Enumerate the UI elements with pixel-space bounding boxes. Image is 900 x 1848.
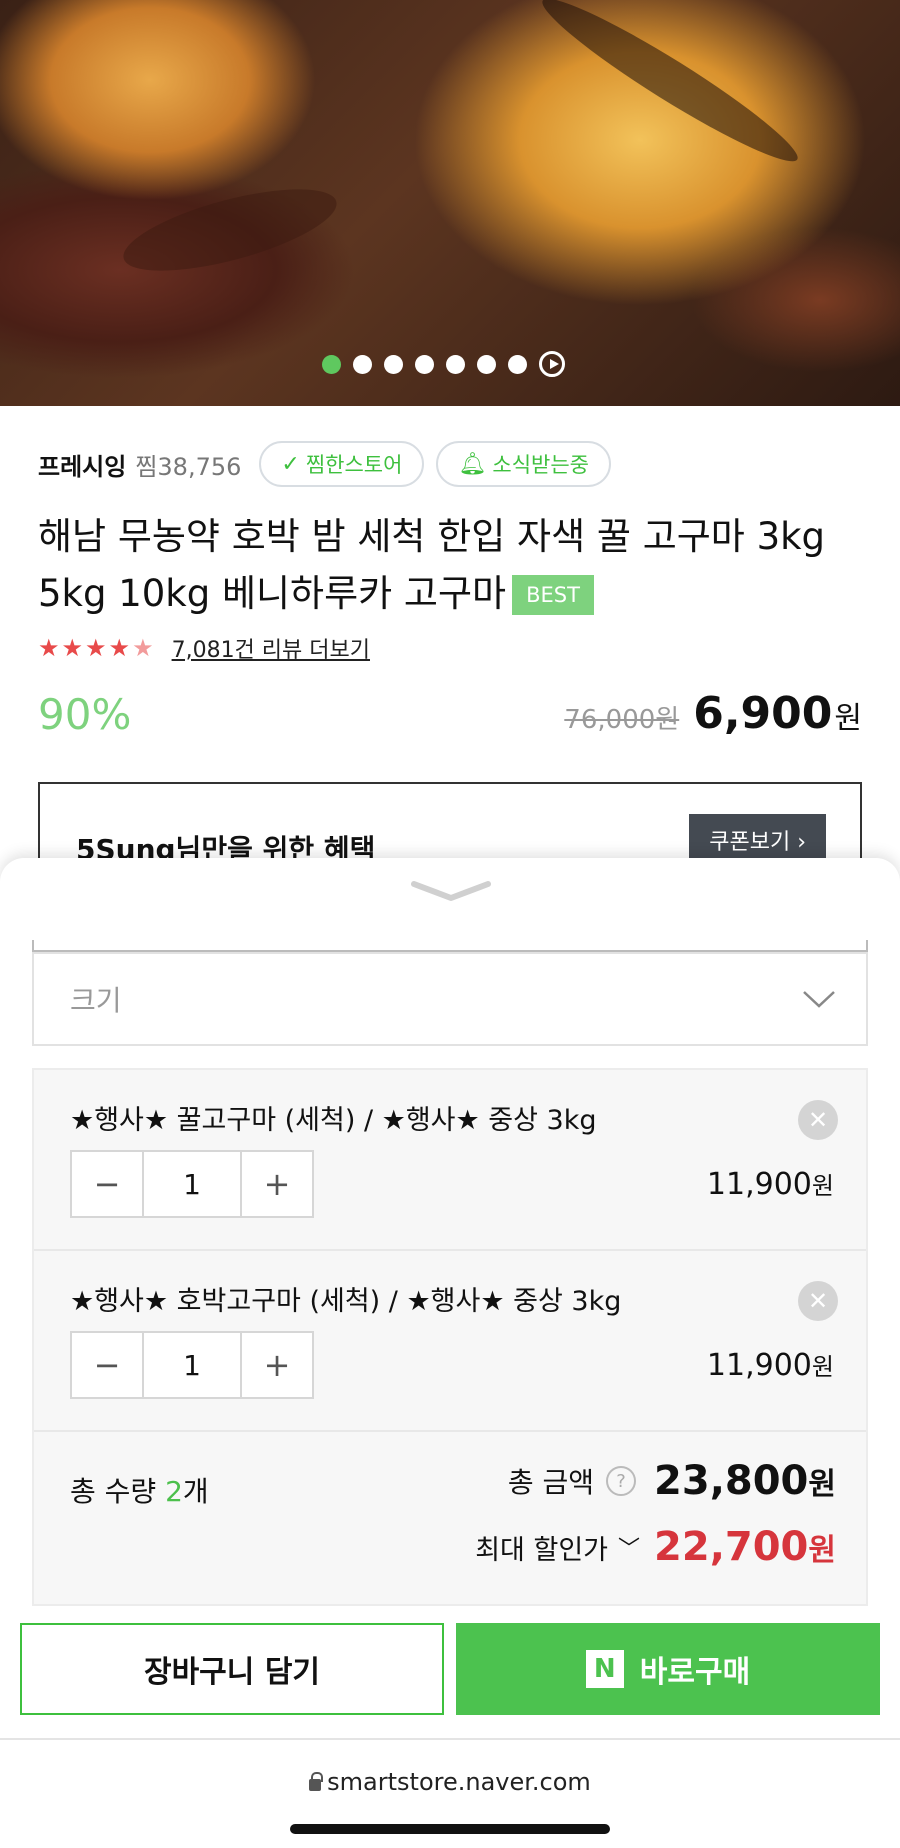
buy-now-button[interactable]: N 바로구매: [456, 1623, 880, 1715]
total-qty-suffix: 개: [182, 1475, 209, 1508]
review-link[interactable]: 7,081건 리뷰 더보기: [172, 632, 370, 664]
browser-url-bar[interactable]: smartstore.naver.com: [0, 1738, 900, 1848]
selected-option-item: ★행사★ 호박고구마 (세척) / ★행사★ 중상 3kg ✕ − 1 + 11…: [34, 1251, 866, 1432]
url-text-row: smartstore.naver.com: [0, 1768, 900, 1796]
rating-stars: ★★★★★: [38, 634, 156, 662]
carousel-dot-active[interactable]: [322, 354, 341, 374]
benefit-box: 5Sung님만을 위한 혜택 쿠폰보기 ›: [38, 782, 862, 866]
product-title-text: 해남 무농약 호박 밤 세척 한입 자색 꿀 고구마 3kg 5kg 10kg …: [38, 515, 826, 615]
carousel-dots: [322, 351, 565, 377]
notify-button[interactable]: 🔔︎ 소식받는중: [436, 441, 611, 487]
quantity-value[interactable]: 1: [142, 1152, 242, 1216]
total-quantity: 총 수량 2개: [70, 1470, 209, 1510]
original-price: 76,000원: [564, 705, 680, 735]
quantity-value[interactable]: 1: [142, 1333, 242, 1397]
sale-price: 6,900: [693, 688, 833, 739]
chevron-down-icon: [803, 991, 835, 1008]
lock-icon: [309, 1772, 324, 1791]
currency-label: 원: [811, 1353, 834, 1381]
home-indicator[interactable]: [290, 1824, 610, 1834]
add-to-cart-button[interactable]: 장바구니 담기: [20, 1623, 444, 1715]
carousel-dot[interactable]: [415, 354, 434, 374]
favorite-store-button[interactable]: ✓ 찜한스토어: [259, 441, 425, 487]
image-detail: [532, 0, 808, 177]
option-bottom-sheet: 크기 ★행사★ 꿀고구마 (세척) / ★행사★ 중상 3kg ✕ − 1 + …: [0, 858, 900, 1848]
check-icon: ✓: [281, 451, 300, 477]
carousel-dot[interactable]: [477, 354, 496, 374]
rating-row: ★★★★★ 7,081건 리뷰 더보기: [38, 632, 370, 664]
size-select-label: 크기: [70, 984, 122, 1017]
price-row: 76,000원 6,900 원: [564, 688, 862, 739]
plus-button[interactable]: +: [242, 1333, 312, 1397]
total-amount-label: 총 금액: [507, 1466, 595, 1499]
option-name: ★행사★ 꿀고구마 (세척) / ★행사★ 중상 3kg: [70, 1105, 597, 1136]
favorite-store-label: 찜한스토어: [305, 453, 403, 477]
option-price-value: 11,900: [706, 1167, 812, 1202]
naver-n-icon: N: [585, 1650, 624, 1688]
notify-label: 소식받는중: [492, 453, 589, 477]
carousel-dot[interactable]: [384, 354, 403, 374]
max-discount-label: 최대 할인가: [475, 1534, 609, 1566]
bell-icon: 🔔︎: [458, 451, 487, 477]
minus-button[interactable]: −: [72, 1333, 142, 1397]
store-name[interactable]: 프레시잉: [38, 447, 126, 482]
quantity-stepper: − 1 +: [70, 1331, 314, 1399]
option-price: 11,900원: [707, 1347, 834, 1383]
chevron-down-icon[interactable]: [410, 878, 492, 904]
product-title: 해남 무농약 호박 밤 세척 한입 자색 꿀 고구마 3kg 5kg 10kg …: [38, 508, 868, 622]
option-name: ★행사★ 호박고구마 (세척) / ★행사★ 중상 3kg: [70, 1286, 622, 1317]
total-amount: 23,800: [654, 1458, 809, 1504]
totals-section: 총 수량 2개 총 금액 ? 23,800 원 최대 할인가 ﹀ 22,700 …: [34, 1432, 866, 1604]
max-discount-row[interactable]: 최대 할인가 ﹀ 22,700 원: [475, 1524, 836, 1570]
plus-button[interactable]: +: [242, 1152, 312, 1216]
play-icon[interactable]: [539, 351, 565, 377]
image-detail: [115, 172, 345, 288]
carousel-dot[interactable]: [446, 354, 465, 374]
carousel-dot[interactable]: [508, 354, 527, 374]
previous-select-edge: [32, 940, 868, 952]
max-discount-amount: 22,700: [654, 1524, 809, 1570]
store-info-row: 프레시잉 찜38,756 ✓ 찜한스토어 🔔︎ 소식받는중: [38, 440, 611, 488]
chevron-down-icon: ﹀: [618, 1537, 641, 1562]
selected-option-item: ★행사★ 꿀고구마 (세척) / ★행사★ 중상 3kg ✕ − 1 + 11,…: [34, 1070, 866, 1251]
carousel-dot[interactable]: [353, 354, 372, 374]
help-icon[interactable]: ?: [606, 1466, 637, 1496]
option-price-value: 11,900: [706, 1348, 812, 1383]
close-icon[interactable]: ✕: [798, 1100, 838, 1140]
total-qty-prefix: 총 수량: [70, 1475, 166, 1508]
minus-button[interactable]: −: [72, 1152, 142, 1216]
total-qty-number: 2: [165, 1475, 183, 1508]
size-select[interactable]: 크기: [32, 952, 868, 1046]
favorite-count: 찜38,756: [135, 452, 242, 481]
selected-options: ★행사★ 꿀고구마 (세척) / ★행사★ 중상 3kg ✕ − 1 + 11,…: [32, 1068, 868, 1606]
currency-label: 원: [834, 701, 862, 736]
currency-label: 원: [808, 1533, 836, 1568]
currency-label: 원: [808, 1467, 836, 1502]
best-badge: BEST: [512, 575, 594, 615]
total-amount-row: 총 금액 ? 23,800 원: [508, 1458, 836, 1504]
url-text: smartstore.naver.com: [327, 1768, 591, 1796]
quantity-stepper: − 1 +: [70, 1150, 314, 1218]
buy-now-label: 바로구매: [639, 1655, 751, 1690]
currency-label: 원: [811, 1172, 834, 1200]
close-icon[interactable]: ✕: [798, 1281, 838, 1321]
discount-rate: 90%: [38, 690, 132, 739]
option-price: 11,900원: [707, 1166, 834, 1202]
product-image-carousel[interactable]: [0, 0, 900, 406]
